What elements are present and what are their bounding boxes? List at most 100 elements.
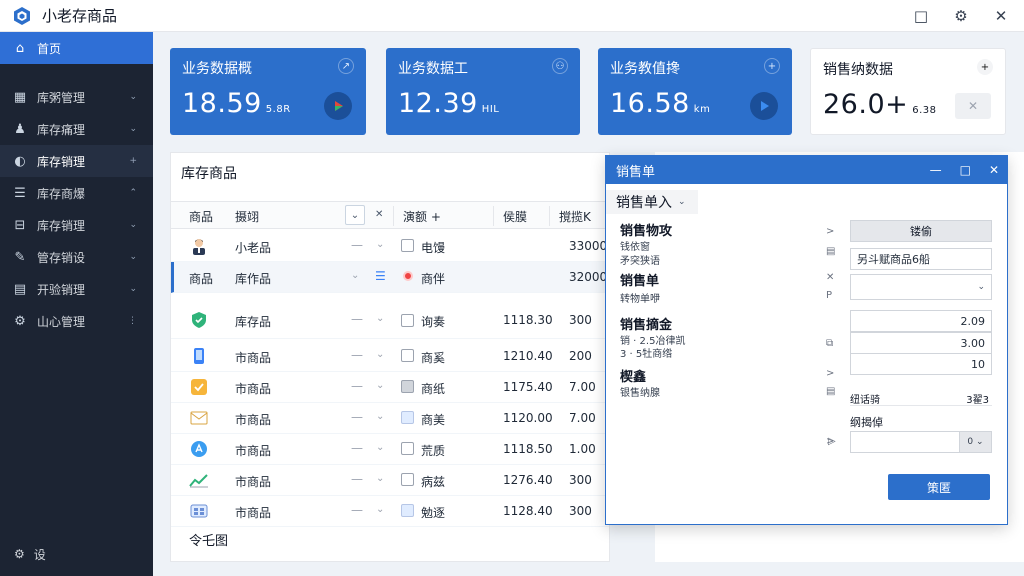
row-checkbox[interactable] (401, 504, 414, 517)
row-name: 小老品 (235, 241, 272, 255)
sidebar-item-3[interactable]: ◐ 库存销理 + (0, 145, 153, 177)
table-row[interactable]: 库存品 — ⌄ 询奏 1118.30 300 (171, 303, 609, 339)
row-checkbox[interactable] (401, 239, 414, 252)
copy-icon[interactable]: ⧉ (826, 338, 833, 349)
trend-icon[interactable]: ↗ (338, 58, 354, 74)
table-row[interactable]: 市商品 — ⌄ 勉逐 1128.40 300 (171, 496, 609, 527)
section-label: 楔鑫 (620, 370, 647, 385)
chevron-down-icon[interactable]: ⌄ (376, 442, 384, 453)
document-icon[interactable]: ▤ (826, 386, 835, 397)
maximize-button[interactable]: □ (908, 3, 934, 29)
price-input[interactable]: 2.09 (850, 310, 992, 332)
column-header[interactable]: 演额 + (403, 208, 441, 225)
row-status: 商伴 (421, 272, 446, 286)
play-icon[interactable] (750, 92, 778, 120)
kpi-card-3[interactable]: 业务教值搀 + 16.58 km (598, 48, 792, 135)
kpi-card-2[interactable]: 业务数据工 ⚇ 12.39 HIL (386, 48, 580, 135)
list-icon: ☰ (14, 185, 26, 201)
table-row[interactable]: 市商品 — ⌄ 荒质 1118.50 1.00 (171, 434, 609, 465)
row-number: 1210.40 (503, 349, 553, 363)
dialog-mode-label: 销售单入 (616, 195, 672, 211)
chevron-down-icon[interactable]: ⌄ (376, 380, 384, 391)
kpi-title: 业务数据工 (398, 61, 468, 77)
sidebar-footer-label: 设 (33, 547, 46, 562)
chevron-down-icon[interactable]: ⌄ (376, 239, 384, 250)
product-field[interactable]: 另斗赋商品6船 (850, 248, 992, 270)
table-row[interactable]: 市商品 — ⌄ 商美 1120.00 7.00 (171, 403, 609, 434)
pin-icon: ✎ (14, 249, 26, 265)
arrow-icon[interactable]: > (826, 368, 834, 379)
sidebar-item-7[interactable]: ▤ 开验销理 ⌄ (0, 273, 153, 305)
flag-icon[interactable]: P (826, 290, 832, 301)
store-icon: ◐ (14, 153, 26, 169)
maximize-button[interactable]: □ (960, 163, 971, 177)
sidebar-item-home[interactable]: ⌂ 首页 (0, 32, 153, 64)
top-action-button[interactable]: 镂偷 (850, 220, 992, 242)
kpi-card-1[interactable]: 业务数据概 ↗ 18.59 5.8R (170, 48, 366, 135)
play-icon[interactable] (324, 92, 352, 120)
close-button[interactable]: ✕ (989, 163, 999, 177)
quantity-input[interactable]: 3.00 (850, 332, 992, 354)
chevron-down-icon[interactable]: ⌄ (351, 270, 359, 281)
settings-icon[interactable]: ⚙ (948, 3, 974, 29)
dialog-mode-dropdown[interactable]: 销售单入 ⌄ (606, 190, 698, 214)
sidebar-item-8[interactable]: ⚙ 山心管理 ⋮ (0, 305, 153, 337)
clear-filter-icon[interactable]: ✕ (375, 209, 383, 220)
play-icon[interactable]: ▷ (828, 436, 836, 447)
sidebar-item-2[interactable]: ♟ 库存痛理 ⌄ (0, 113, 153, 145)
row-amount: 7.00 (569, 411, 596, 425)
chevron-down-icon[interactable]: ⌄ (376, 473, 384, 484)
row-checkbox[interactable] (401, 473, 414, 486)
count-input[interactable]: 10 (850, 353, 992, 375)
plus-icon[interactable]: + (764, 58, 780, 74)
row-amount: 1.00 (569, 442, 596, 456)
close-icon[interactable]: ✕ (955, 93, 991, 119)
discount-input[interactable]: 0 ⌄ (850, 431, 992, 453)
row-checkbox[interactable] (401, 380, 414, 393)
column-header[interactable]: 侯膜 (503, 208, 527, 225)
column-header[interactable]: 摄翊 (235, 208, 259, 225)
row-checkbox[interactable] (401, 442, 414, 455)
subtotal-value: 3翟3 (966, 395, 989, 406)
table-row[interactable]: 市商品 — ⌄ 商纸 1175.40 7.00 (171, 372, 609, 403)
arrow-icon[interactable]: > (826, 226, 834, 237)
kpi-unit: km (693, 104, 711, 115)
document-icon[interactable]: ▤ (826, 246, 835, 257)
column-header[interactable]: 商品 (189, 208, 213, 225)
row-name: 市商品 (235, 382, 272, 396)
user-icon[interactable]: ⚇ (552, 58, 568, 74)
unit-dropdown[interactable]: 0 ⌄ (959, 432, 991, 452)
sidebar-item-label: 山心管理 (37, 314, 86, 329)
row-amount: 300 (569, 473, 592, 487)
chevron-down-icon[interactable]: ⌄ (376, 411, 384, 422)
table-row[interactable]: 市商品 — ⌄ 病兹 1276.40 300 (171, 465, 609, 496)
sidebar-item-1[interactable]: ▦ 库粥管理 ⌄ (0, 81, 153, 113)
list-icon[interactable]: ☰ (375, 269, 386, 283)
close-button[interactable]: ✕ (988, 3, 1014, 29)
column-header[interactable]: 撹揽K (559, 208, 591, 225)
table-row[interactable]: 市商品 — ⌄ 商奚 1210.40 200 (171, 341, 609, 372)
row-amount: 7.00 (569, 380, 596, 394)
submit-button[interactable]: 策匿 (888, 474, 990, 500)
sidebar-item-4[interactable]: ☰ 库存商爆 ⌃ (0, 177, 153, 209)
sidebar-item-6[interactable]: ✎ 管存销设 ⌄ (0, 241, 153, 273)
close-icon[interactable]: ✕ (826, 272, 834, 283)
chevron-down-icon[interactable]: ⌄ (376, 313, 384, 324)
sidebar-footer-settings[interactable]: ⚙ 设 (0, 540, 153, 568)
row-name: 库作品 (235, 272, 272, 286)
kpi-card-4[interactable]: 销售纳数据 + 26.0+ 6.38 ✕ (810, 48, 1006, 135)
chevron-down-icon[interactable]: ⌄ (376, 349, 384, 360)
filter-dropdown[interactable]: ⌄ (345, 205, 365, 225)
calculator-icon (189, 501, 209, 521)
sidebar-item-5[interactable]: ⊟ 库存销理 ⌄ (0, 209, 153, 241)
chevron-down-icon[interactable]: ⌄ (376, 504, 384, 515)
row-checkbox[interactable] (401, 349, 414, 362)
table-row-selected[interactable]: 商品 库作品 ⌄ ☰ 商伴 32000 (171, 262, 609, 293)
table-row[interactable]: 小老品 — ⌄ 电馒 33000 (171, 231, 609, 262)
home-icon: ⌂ (15, 40, 25, 56)
row-checkbox[interactable] (401, 411, 414, 424)
row-checkbox[interactable] (401, 314, 414, 327)
plus-icon[interactable]: + (977, 59, 993, 75)
minimize-button[interactable]: — (930, 163, 942, 177)
order-select[interactable]: ⌄ (850, 274, 992, 300)
